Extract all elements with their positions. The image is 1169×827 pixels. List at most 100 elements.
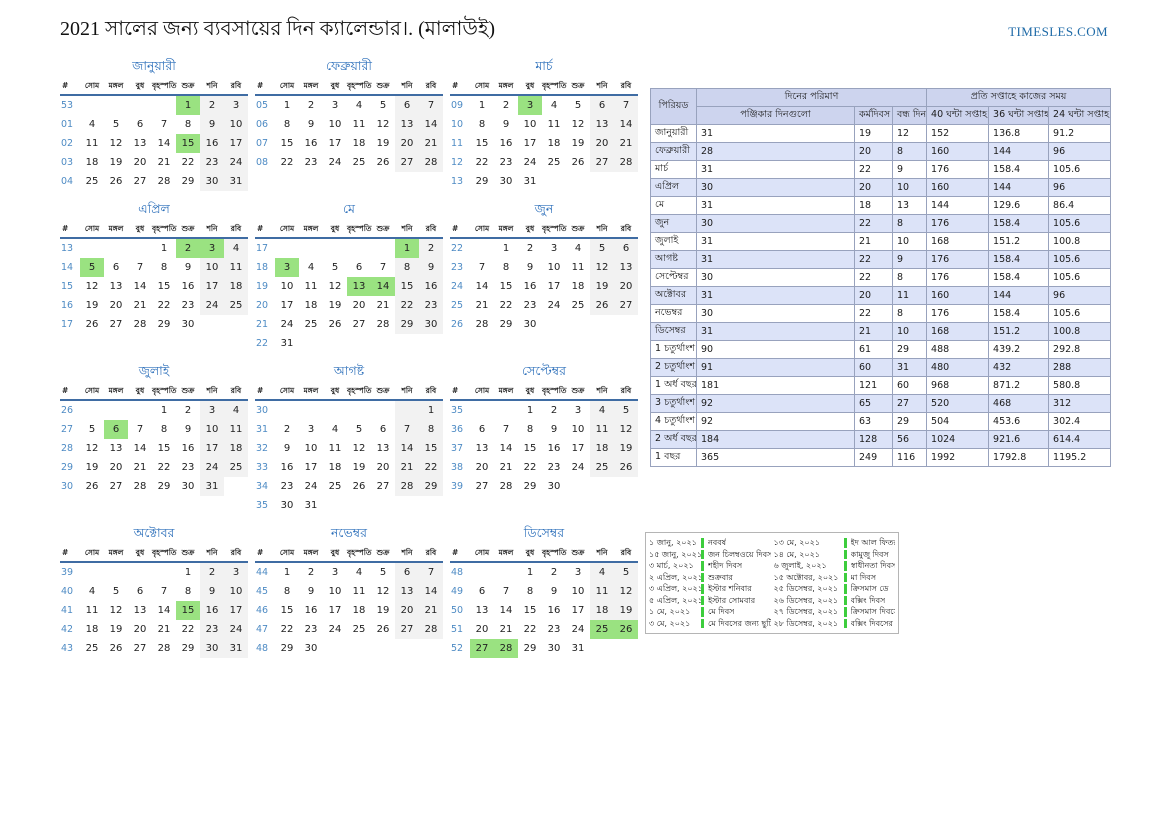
empty-day-cell	[80, 239, 104, 258]
day-cell: 22	[523, 624, 537, 635]
day-cell: 7	[614, 96, 638, 115]
day-cell: 1	[478, 100, 486, 111]
period-value: 10	[891, 322, 928, 341]
day-header: শনি	[401, 386, 413, 395]
day-cell: 22	[157, 462, 171, 473]
week-row: 02 11 12 13 14 15 16 17	[60, 134, 248, 153]
day-cell: 14	[157, 605, 171, 616]
empty-day-cell	[152, 563, 176, 582]
empty-day-cell	[542, 172, 566, 191]
period-value: 29	[891, 340, 928, 359]
table-row: 3 চতুর্থাংশ 92 65 27 520 468 312	[650, 394, 1112, 413]
day-header: বুধ	[525, 224, 535, 233]
day-cell: 2	[283, 424, 291, 435]
day-cell: 21	[499, 624, 513, 635]
period-value: 63	[854, 412, 893, 431]
day-header: #	[257, 548, 264, 557]
day-cell: 24	[571, 462, 585, 473]
day-cell: 11	[224, 420, 248, 439]
month-title: জানুয়ারী	[132, 58, 176, 73]
holiday-name: মে দিবসের জন্য ছুটি	[708, 618, 771, 628]
day-header: মঙ্গল	[303, 224, 319, 233]
day-header-row: # সোম মঙ্গল বুধ বৃহস্পতি শুক্র শনি রবি	[450, 80, 638, 96]
day-cell: 4	[355, 567, 363, 578]
holidays-legend: ১ জানু, ২০২১ নববর্ষ ১৫ জানু, ২০২১ জন চিলম্ব…	[645, 532, 899, 634]
day-header: সোম	[474, 548, 490, 557]
empty-day-cell	[104, 239, 128, 258]
week-row: 27 5 6 7 8 9 10 11	[60, 420, 248, 439]
period-value: 61	[854, 340, 893, 359]
empty-day-cell	[323, 334, 347, 353]
day-header: বুধ	[525, 81, 535, 90]
holiday-marker-icon	[843, 561, 847, 571]
period-value: 468	[988, 394, 1050, 413]
week-row: 31 2 3 4 5 6 7 8	[255, 420, 443, 439]
week-row: 52 27 28 29 30 31	[450, 639, 638, 658]
day-cell: 14	[133, 443, 147, 454]
day-cell: 5	[379, 567, 387, 578]
table-row: 2 অর্ধ বছর 184 128 56 1024 921.6 614.4	[650, 430, 1112, 449]
holiday-marker-icon	[701, 595, 704, 605]
months-grid: জানুয়ারী # সোম মঙ্গল বুধ বৃহস্পতি শুক্র শনি রবি…	[60, 58, 645, 658]
day-cell: 18	[85, 157, 99, 168]
week-number: 39	[61, 567, 74, 578]
day-cell: 28	[133, 319, 147, 330]
day-cell: 20	[352, 300, 366, 311]
day-header: রবি	[230, 548, 242, 557]
month-may: মে # সোম মঙ্গল বুধ বৃহস্পতি শুক্র শনি রবি 17 1 2 18 3…	[255, 201, 443, 353]
holiday-marker-icon	[701, 618, 704, 628]
brand-link[interactable]: TIMESLES.COM	[1008, 24, 1108, 40]
day-cell: 25	[224, 296, 248, 315]
day-cell: 7	[160, 586, 168, 597]
day-cell: 15	[280, 605, 294, 616]
day-cell: 31	[224, 172, 248, 191]
day-cell: 12	[328, 281, 342, 292]
period-value: 129.6	[988, 196, 1050, 215]
period-value: 21	[854, 322, 893, 341]
day-cell: 7	[502, 586, 510, 597]
day-cell: 2	[307, 567, 315, 578]
day-cell: 20	[109, 462, 123, 473]
holiday-date: ২৬ ডিসেম্বর, ২০২১	[773, 595, 839, 605]
day-cell: 15	[475, 138, 489, 149]
holiday-date: ২৫ ডিসেম্বর, ২০২১	[773, 584, 839, 593]
week-row: 48 1 2 3 4 5	[450, 563, 638, 582]
day-cell: 25	[352, 157, 366, 168]
day-cell: 18	[224, 277, 248, 296]
week-row: 26 1 2 3 4	[60, 401, 248, 420]
table-header-days-group: দিনের পরিমাণ	[695, 88, 928, 107]
day-cell: 30	[523, 319, 537, 330]
day-header: #	[257, 386, 264, 395]
day-cell: 27	[376, 481, 390, 492]
day-header: বৃহস্পতি	[542, 224, 567, 233]
week-row: 22 1 2 3 4 5 6	[450, 239, 638, 258]
day-cell: 6	[112, 262, 120, 273]
day-header: সোম	[279, 81, 295, 90]
holiday-date: ১৫ অক্টোবর, ২০২১	[773, 572, 839, 582]
month-april: এপ্রিল # সোম মঙ্গল বুধ বৃহস্পতি শুক্র শনি রবি 13 1…	[60, 201, 248, 334]
day-cell: 30	[499, 176, 513, 187]
day-cell: 15	[419, 439, 443, 458]
holiday-marker-icon	[843, 549, 847, 559]
month-title: জুন	[534, 201, 554, 216]
table-row: ফেব্রুয়ারী 28 20 8 160 144 96	[650, 142, 1112, 161]
day-header: বৃহস্পতি	[152, 386, 177, 395]
day-cell: 18	[352, 138, 366, 149]
day-cell: 24	[328, 157, 342, 168]
day-header: মঙ্গল	[498, 224, 514, 233]
week-number: 49	[451, 586, 464, 597]
period-value: 22	[854, 250, 893, 269]
day-cell: 28	[133, 481, 147, 492]
day-cell: 4	[590, 401, 614, 420]
period-value: 31	[891, 358, 928, 377]
day-header: বুধ	[135, 224, 145, 233]
period-value: 158.4	[988, 214, 1050, 233]
day-cell: 8	[502, 262, 510, 273]
holiday-entry: ১ জানু, ২০২১ নববর্ষ	[649, 537, 771, 549]
period-value: 105.6	[1048, 304, 1112, 323]
day-cell: 22	[280, 624, 294, 635]
holiday-name: ইস্টার শনিবার	[708, 584, 752, 593]
day-cell: 1	[526, 405, 534, 416]
month-december: ডিসেম্বর # সোম মঙ্গল বুধ বৃহস্পতি শুক্র শনি রবি 4…	[450, 525, 638, 658]
day-cell: 25	[85, 643, 99, 654]
